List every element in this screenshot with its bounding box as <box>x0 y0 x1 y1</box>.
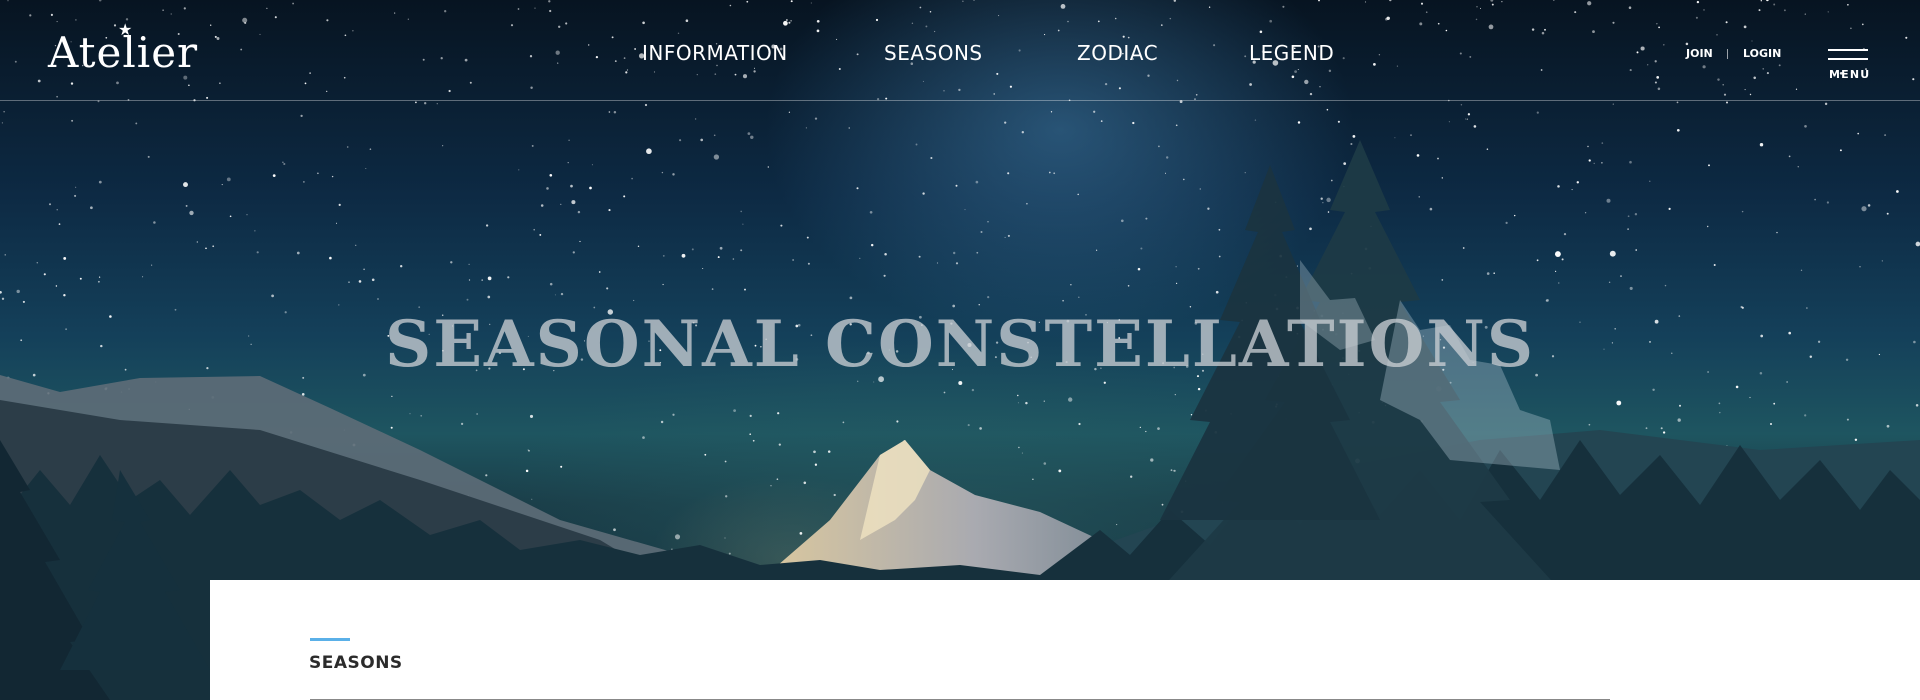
nav-item-information[interactable]: INFORMATION <box>642 40 788 66</box>
hamburger-icon-line <box>1828 58 1868 60</box>
join-link[interactable]: JOIN <box>1686 47 1713 61</box>
section-title: SEASONS <box>309 653 403 673</box>
menu-button[interactable]: MENU <box>1828 48 1870 82</box>
auth-divider <box>1727 49 1728 59</box>
nav-item-legend[interactable]: LEGEND <box>1249 40 1334 66</box>
nav-item-zodiac[interactable]: ZODIAC <box>1077 40 1158 66</box>
top-navigation-bar: ★ Atelier INFORMATION SEASONS ZODIAC LEG… <box>0 0 1920 101</box>
hero-title: SEASONAL CONSTELLATIONS <box>384 307 1536 382</box>
section-accent-bar <box>310 638 350 641</box>
nav-item-seasons[interactable]: SEASONS <box>884 40 983 66</box>
hamburger-icon <box>1828 49 1868 51</box>
content-panel: SEASONS <box>210 580 1920 700</box>
star-icon: ★ <box>118 20 134 39</box>
main-nav: INFORMATION SEASONS ZODIAC LEGEND <box>0 40 1920 70</box>
login-link[interactable]: LOGIN <box>1743 47 1781 61</box>
menu-label: MENU <box>1829 68 1871 81</box>
